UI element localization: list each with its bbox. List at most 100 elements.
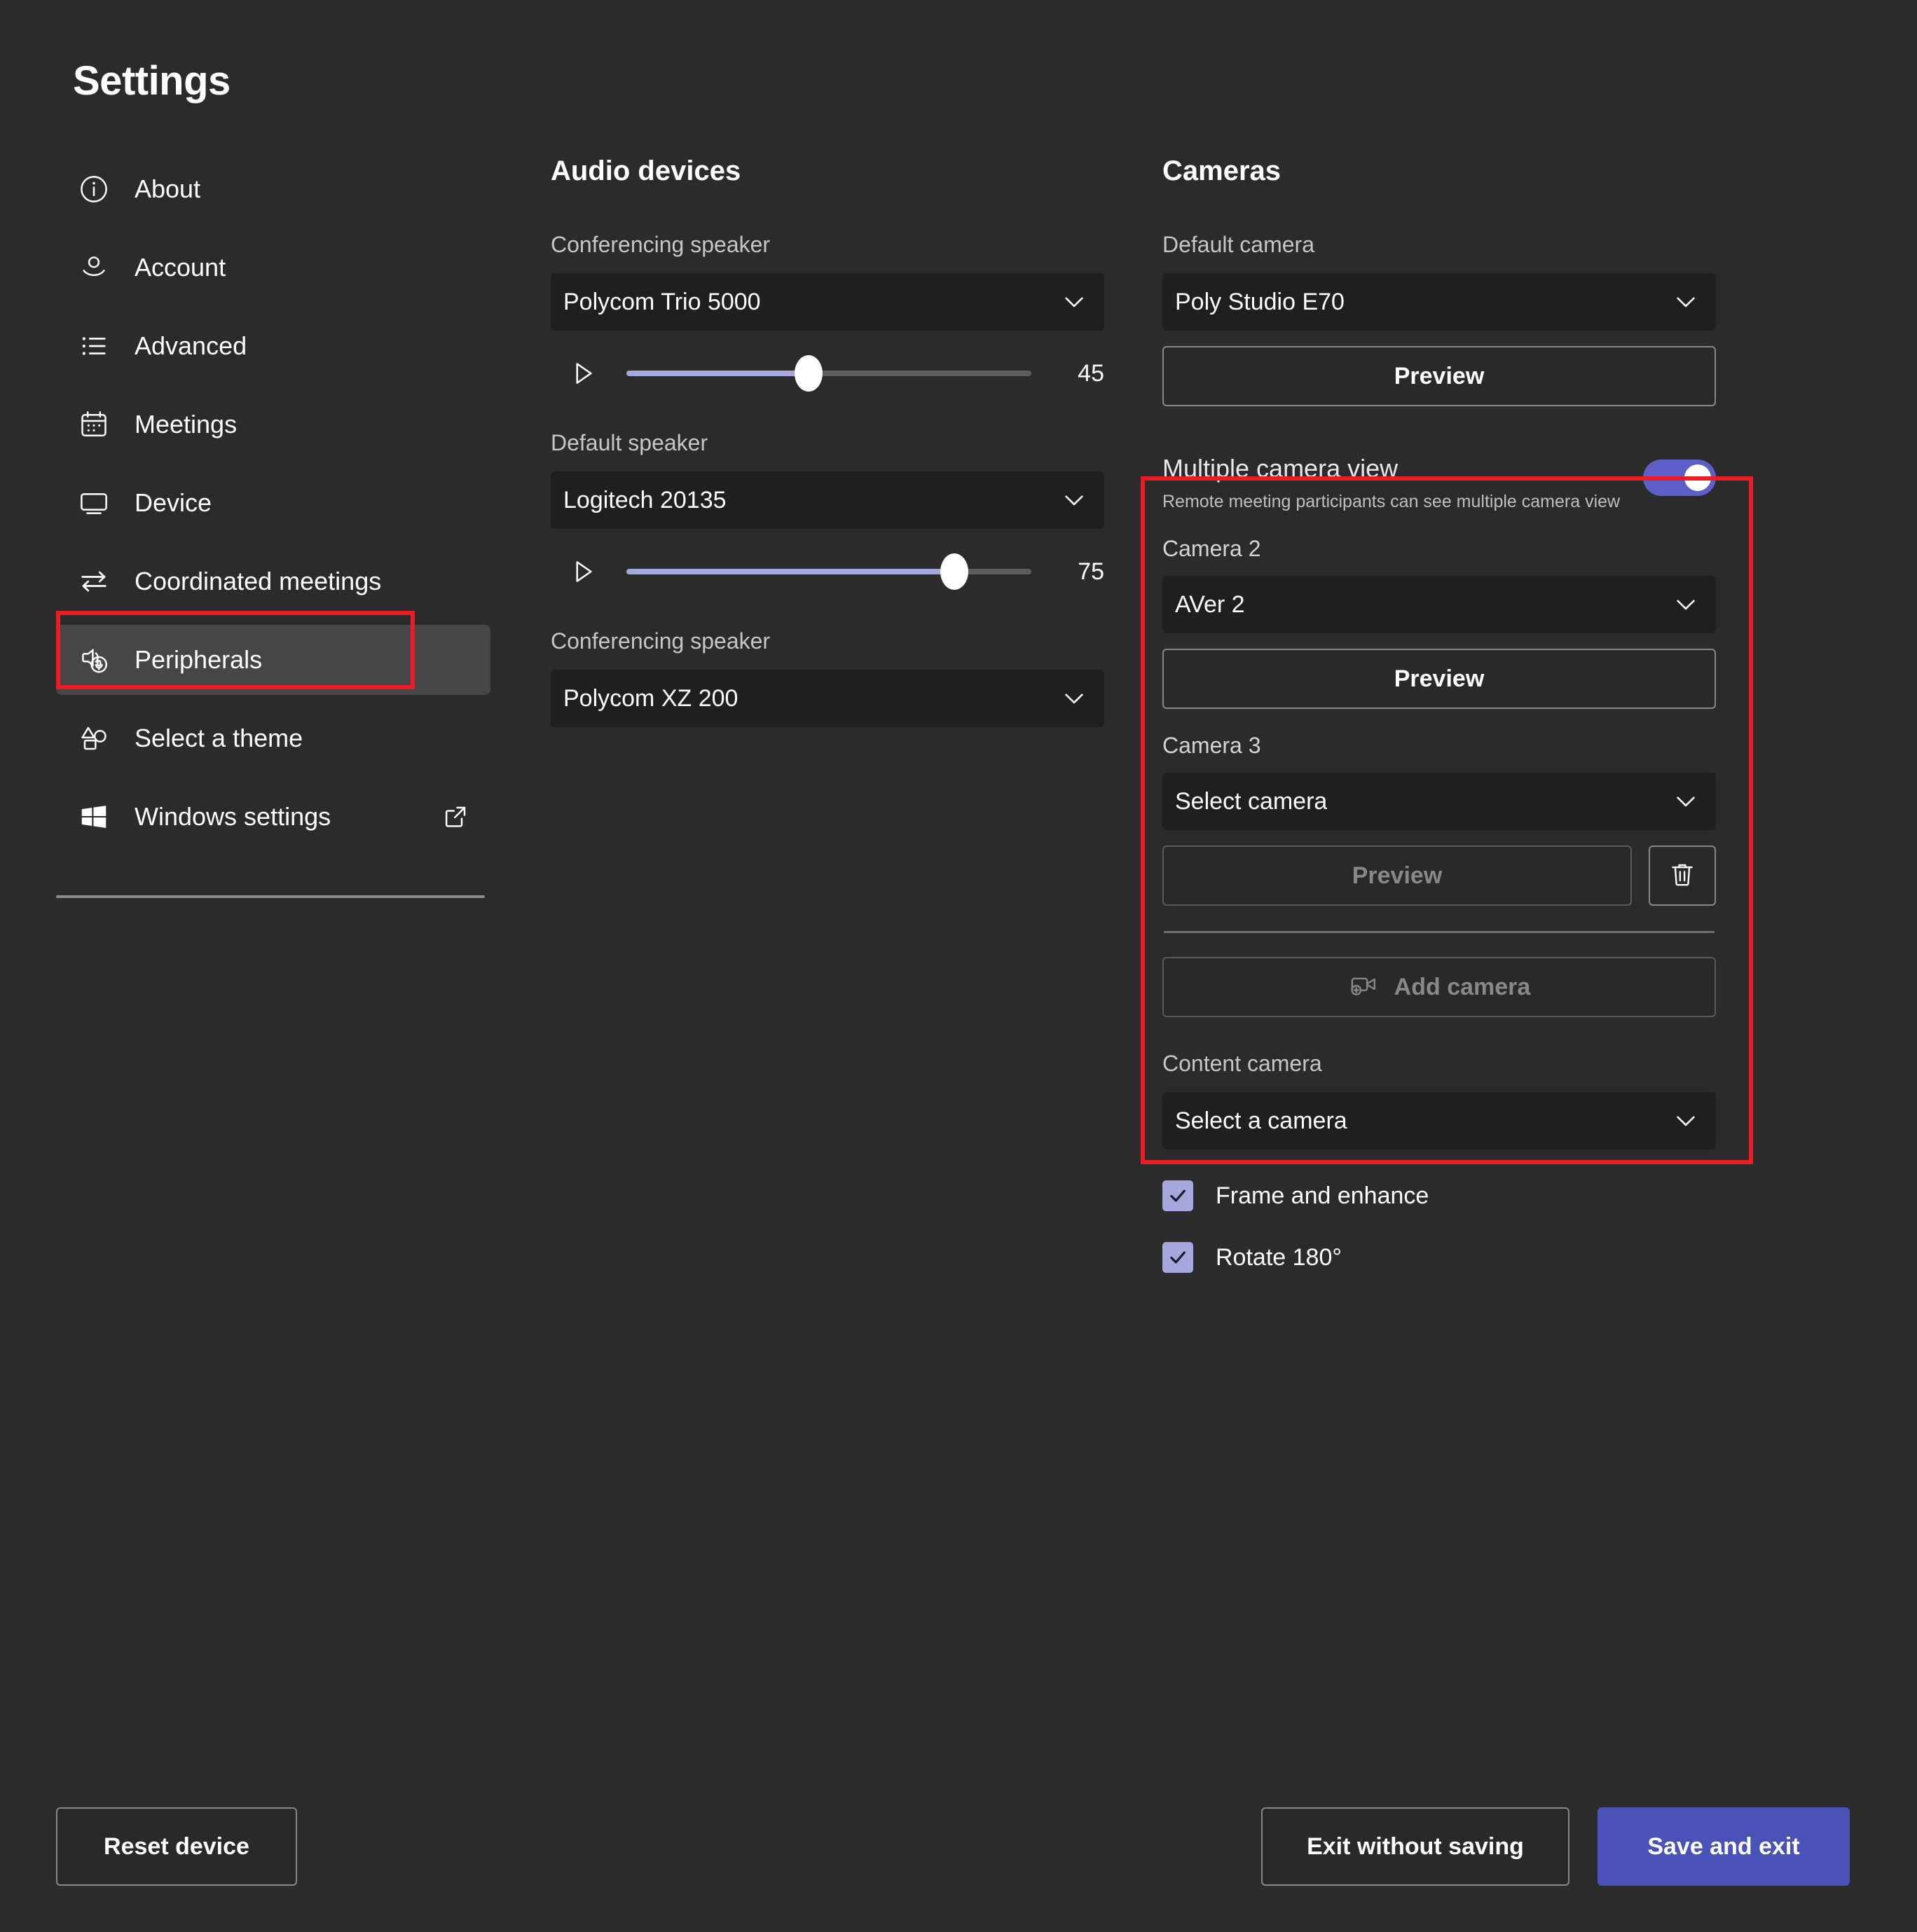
volume-slider[interactable]: [626, 371, 1031, 376]
play-test-icon[interactable]: [565, 553, 601, 590]
chevron-down-icon: [1671, 1106, 1700, 1136]
dropdown-value: AVer 2: [1175, 591, 1245, 619]
audio-devices-column: Audio devices Conferencing speaker Polyc…: [551, 156, 1104, 727]
chevron-down-icon: [1059, 485, 1089, 515]
dropdown-value: Polycom Trio 5000: [563, 289, 761, 316]
sidebar-nav: About Account: [56, 154, 490, 860]
multiple-camera-view-subtitle: Remote meeting participants can see mult…: [1162, 492, 1643, 512]
audio-group-label: Default speaker: [551, 430, 1104, 456]
camera-group-divider: [1164, 931, 1715, 933]
sidebar-item-meetings[interactable]: Meetings: [56, 389, 490, 460]
dropdown-value: Logitech 20135: [563, 487, 727, 514]
volume-value: 75: [1050, 558, 1104, 586]
multiple-camera-view-header: Multiple camera view Remote meeting part…: [1162, 439, 1716, 512]
sidebar-item-coordinated-meetings[interactable]: Coordinated meetings: [56, 546, 490, 616]
external-link-icon: [441, 803, 469, 831]
content-camera-dropdown[interactable]: Select a camera: [1162, 1092, 1716, 1150]
windows-logo-icon: [76, 799, 112, 835]
slider-fill: [626, 371, 809, 376]
settings-window: Settings About Account: [0, 0, 1917, 1932]
add-camera-button[interactable]: Add camera: [1162, 957, 1716, 1017]
rotate-180-checkbox[interactable]: [1162, 1242, 1193, 1273]
volume-value: 45: [1050, 360, 1104, 387]
frame-and-enhance-row[interactable]: Frame and enhance: [1162, 1180, 1716, 1211]
reset-device-button[interactable]: Reset device: [56, 1807, 297, 1886]
camera3-dropdown[interactable]: Select camera: [1162, 773, 1716, 830]
sidebar-divider: [56, 895, 485, 898]
volume-slider-row: 75: [551, 533, 1104, 610]
sidebar-item-select-a-theme[interactable]: Select a theme: [56, 703, 490, 773]
default-camera-dropdown[interactable]: Poly Studio E70: [1162, 273, 1716, 331]
camera2-dropdown[interactable]: AVer 2: [1162, 576, 1716, 633]
camera3-actions-row: Preview: [1162, 846, 1716, 906]
checkbox-label: Rotate 180°: [1216, 1244, 1342, 1271]
multiple-camera-view-title: Multiple camera view: [1162, 454, 1643, 483]
page-title: Settings: [73, 57, 231, 104]
multiple-camera-view-toggle[interactable]: [1643, 460, 1716, 496]
audio-group-conferencing-speaker-1: Conferencing speaker Polycom Trio 5000 4…: [551, 232, 1104, 412]
camera2-label: Camera 2: [1162, 536, 1716, 562]
sidebar-item-label: Coordinated meetings: [135, 567, 381, 596]
slider-thumb[interactable]: [795, 355, 823, 392]
frame-and-enhance-checkbox[interactable]: [1162, 1180, 1193, 1211]
camera2-preview-button[interactable]: Preview: [1162, 649, 1716, 709]
slider-fill: [626, 569, 954, 574]
multiple-camera-view-group: Multiple camera view Remote meeting part…: [1162, 439, 1716, 1017]
cameras-column: Cameras Default camera Poly Studio E70 P…: [1162, 156, 1716, 1273]
sidebar-item-label: Account: [135, 253, 226, 282]
audio-group-label: Conferencing speaker: [551, 628, 1104, 654]
sidebar-item-account[interactable]: Account: [56, 233, 490, 303]
default-speaker-dropdown[interactable]: Logitech 20135: [551, 471, 1104, 529]
rotate-180-row[interactable]: Rotate 180°: [1162, 1242, 1716, 1273]
camera3-preview-button[interactable]: Preview: [1162, 846, 1632, 906]
camera3-delete-button[interactable]: [1649, 846, 1716, 906]
info-circle-icon: [76, 171, 112, 207]
cameras-title: Cameras: [1162, 156, 1716, 187]
audio-group-label: Conferencing speaker: [551, 232, 1104, 258]
sidebar-item-label: Device: [135, 488, 212, 518]
sidebar-item-peripherals[interactable]: Peripherals: [56, 625, 490, 695]
chevron-down-icon: [1059, 287, 1089, 317]
dropdown-value: Select a camera: [1175, 1108, 1347, 1135]
sidebar-item-about[interactable]: About: [56, 154, 490, 224]
sidebar-item-windows-settings[interactable]: Windows settings: [56, 782, 490, 852]
calendar-icon: [76, 406, 112, 443]
slider-thumb[interactable]: [940, 553, 968, 590]
swap-arrows-icon: [76, 563, 112, 600]
toggle-knob: [1684, 464, 1711, 491]
content-camera-label: Content camera: [1162, 1051, 1716, 1077]
dropdown-value: Poly Studio E70: [1175, 289, 1345, 316]
speaker-mic-icon: [76, 642, 112, 678]
sidebar-item-label: Meetings: [135, 410, 237, 439]
chevron-down-icon: [1059, 684, 1089, 713]
person-icon: [76, 249, 112, 286]
sidebar-item-advanced[interactable]: Advanced: [56, 311, 490, 381]
conferencing-speaker-dropdown[interactable]: Polycom Trio 5000: [551, 273, 1104, 331]
content-camera-group: Content camera Select a camera Frame and…: [1162, 1051, 1716, 1273]
save-and-exit-button[interactable]: Save and exit: [1598, 1807, 1850, 1886]
chevron-down-icon: [1671, 287, 1700, 317]
dropdown-value: Polycom XZ 200: [563, 685, 738, 712]
sidebar-item-label: Advanced: [135, 331, 247, 361]
conferencing-speaker-2-dropdown[interactable]: Polycom XZ 200: [551, 670, 1104, 727]
exit-without-saving-button[interactable]: Exit without saving: [1261, 1807, 1569, 1886]
audio-group-conferencing-speaker-2: Conferencing speaker Polycom XZ 200: [551, 628, 1104, 727]
sidebar-item-device[interactable]: Device: [56, 468, 490, 538]
video-add-icon: [1348, 969, 1379, 1006]
trash-icon: [1667, 859, 1698, 893]
sidebar-item-label: Windows settings: [135, 802, 331, 832]
audio-devices-title: Audio devices: [551, 156, 1104, 187]
play-test-icon[interactable]: [565, 355, 601, 392]
volume-slider-row: 45: [551, 335, 1104, 412]
list-icon: [76, 328, 112, 364]
camera3-label: Camera 3: [1162, 733, 1716, 759]
default-camera-preview-button[interactable]: Preview: [1162, 346, 1716, 406]
sidebar-item-label: Peripherals: [135, 645, 262, 675]
audio-group-default-speaker: Default speaker Logitech 20135 75: [551, 430, 1104, 610]
sidebar-item-label: Select a theme: [135, 724, 303, 753]
volume-slider[interactable]: [626, 569, 1031, 574]
add-camera-label: Add camera: [1394, 974, 1531, 1001]
default-camera-label: Default camera: [1162, 232, 1716, 258]
dropdown-value: Select camera: [1175, 788, 1327, 815]
chevron-down-icon: [1671, 590, 1700, 619]
